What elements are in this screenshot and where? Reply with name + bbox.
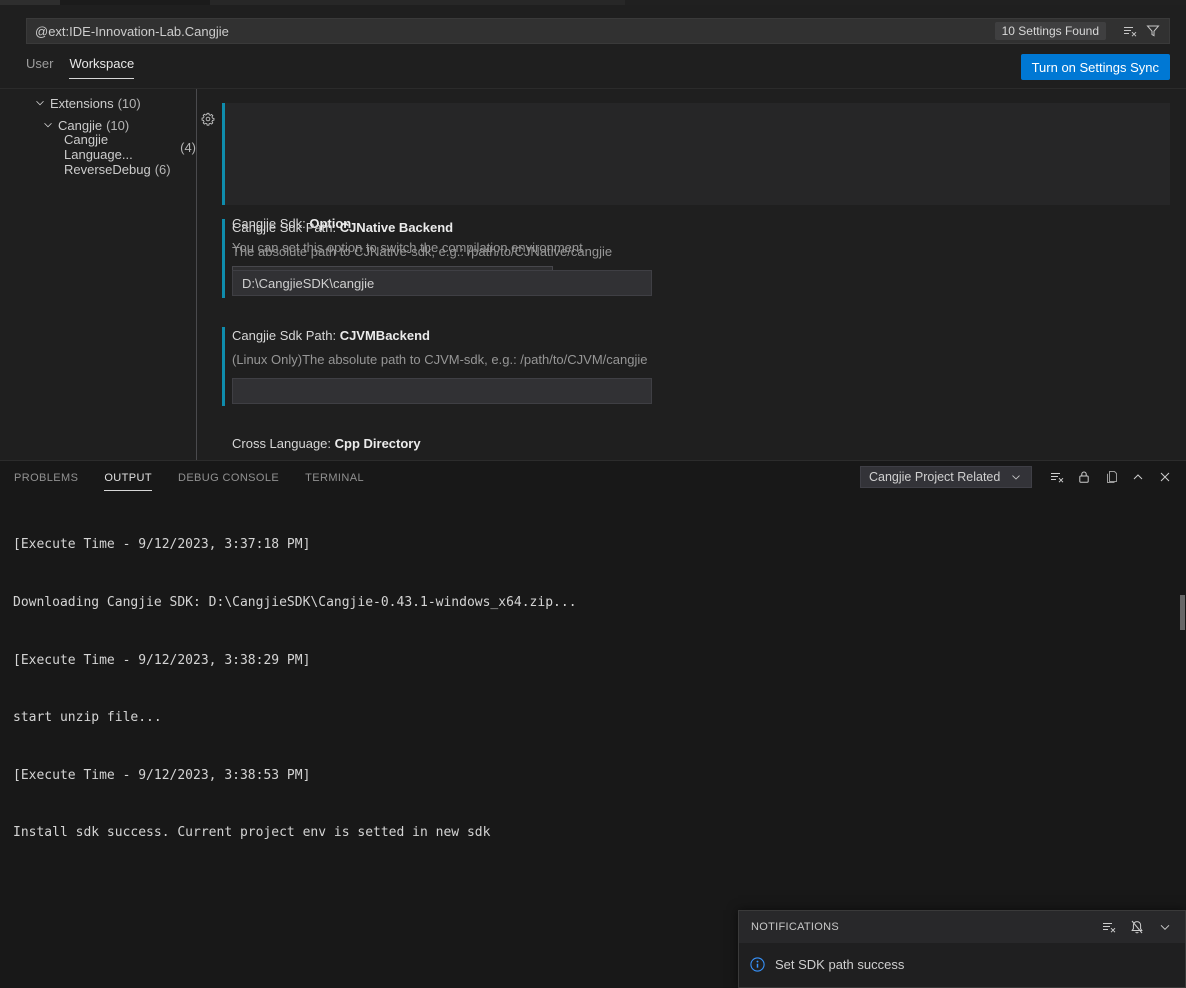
cjnative-sdk-path-input[interactable]	[232, 270, 652, 296]
output-line: [Execute Time - 9/12/2023, 3:37:18 PM]	[13, 535, 577, 554]
setting-title: Cangjie Sdk Path: CJVMBackend	[232, 328, 430, 343]
output-line: [Execute Time - 9/12/2023, 3:38:29 PM]	[13, 651, 577, 670]
filter-icon[interactable]	[1145, 23, 1161, 39]
setting-row-cangjie-sdk-option: Cangjie Sdk: Option You can set this opt…	[222, 103, 1170, 205]
lock-scroll-icon[interactable]	[1076, 469, 1092, 485]
notifications-title: NOTIFICATIONS	[751, 921, 839, 933]
output-log[interactable]: [Execute Time - 9/12/2023, 3:37:18 PM] D…	[13, 497, 577, 881]
panel-header: PROBLEMS OUTPUT DEBUG CONSOLE TERMINAL C…	[0, 461, 1186, 493]
notifications-header: NOTIFICATIONS	[739, 911, 1185, 943]
editor-tabstrip-sliver	[0, 0, 1186, 5]
header-divider	[0, 88, 1186, 89]
setting-title: Cross Language: Cpp Directory	[232, 436, 421, 451]
chevron-down-icon[interactable]	[33, 96, 47, 110]
setting-title-prefix: Cangjie Sdk Path:	[232, 328, 340, 343]
info-icon	[749, 956, 766, 973]
settings-search-box[interactable]: 10 Settings Found	[26, 18, 1170, 44]
setting-row-cross-language-cpp-directory: Cross Language: Cpp Directory	[222, 436, 1170, 460]
modified-indicator	[222, 327, 225, 406]
tabstrip-segment	[0, 0, 60, 5]
do-not-disturb-icon[interactable]	[1129, 919, 1145, 935]
cjvm-sdk-path-input[interactable]	[232, 378, 652, 404]
output-line: Install sdk success. Current project env…	[13, 823, 577, 842]
chevron-down-icon[interactable]	[41, 118, 55, 132]
chevron-down-icon	[1009, 470, 1023, 484]
tab-workspace[interactable]: Workspace	[69, 56, 134, 79]
toc-resize-sash[interactable]	[196, 89, 197, 460]
modified-indicator	[222, 103, 225, 205]
toc-item-label: Cangjie	[58, 118, 102, 133]
bottom-panel: PROBLEMS OUTPUT DEBUG CONSOLE TERMINAL C…	[0, 460, 1186, 988]
panel-actions: Cangjie Project Related	[860, 466, 1173, 488]
output-line: [Execute Time - 9/12/2023, 3:38:53 PM]	[13, 766, 577, 785]
setting-description: (Linux Only)The absolute path to CJVM-sd…	[232, 352, 647, 367]
toc-item-count: (10)	[106, 118, 129, 133]
setting-edit-gear-icon[interactable]	[201, 112, 215, 126]
setting-title-key: CJNative Backend	[340, 220, 453, 235]
settings-scope-tabs: User Workspace	[26, 56, 134, 82]
toc-item-label: ReverseDebug	[64, 162, 151, 177]
setting-title: Cangjie Sdk Path: CJNative Backend	[232, 220, 453, 235]
notification-item[interactable]: Set SDK path success	[739, 943, 1185, 986]
open-output-in-editor-icon[interactable]	[1103, 469, 1119, 485]
panel-scrollbar-thumb[interactable]	[1180, 595, 1185, 630]
toc-item-count: (6)	[155, 162, 171, 177]
setting-title-prefix: Cangjie Sdk Path:	[232, 220, 340, 235]
clear-all-notifications-icon[interactable]	[1101, 919, 1117, 935]
notifications-actions	[1101, 919, 1173, 935]
tabstrip-segment	[210, 0, 625, 5]
clear-filters-icon[interactable]	[1122, 23, 1138, 39]
collapse-notifications-icon[interactable]	[1157, 919, 1173, 935]
turn-on-settings-sync-button[interactable]: Turn on Settings Sync	[1021, 54, 1170, 80]
clear-output-icon[interactable]	[1049, 469, 1065, 485]
toc-item-cangjie-language[interactable]: Cangjie Language... (4)	[0, 136, 196, 158]
toc-item-label: Extensions	[50, 96, 114, 111]
toc-item-extensions[interactable]: Extensions (10)	[0, 92, 196, 114]
select-value: Cangjie Project Related	[869, 470, 1000, 484]
setting-description: The absolute path to CJNative-sdk, e.g.:…	[232, 244, 612, 259]
vscode-settings-window: 10 Settings Found User Workspace Turn on…	[0, 0, 1186, 988]
modified-indicator	[222, 219, 225, 298]
panel-tabs: PROBLEMS OUTPUT DEBUG CONSOLE TERMINAL	[14, 461, 364, 493]
output-channel-select[interactable]: Cangjie Project Related	[860, 466, 1032, 488]
toc-item-reversedebug[interactable]: ReverseDebug (6)	[0, 158, 196, 180]
output-line: start unzip file...	[13, 708, 577, 727]
notifications-center: NOTIFICATIONS Set SDK path success	[738, 910, 1186, 988]
setting-row-cjnative-backend-path: Cangjie Sdk Path: CJNative Backend The a…	[222, 219, 1170, 298]
settings-toc: Extensions (10) Cangjie (10) Cangjie Lan…	[0, 92, 196, 180]
tab-user[interactable]: User	[26, 56, 53, 78]
tab-output[interactable]: OUTPUT	[104, 463, 152, 491]
maximize-panel-icon[interactable]	[1130, 469, 1146, 485]
tab-problems[interactable]: PROBLEMS	[14, 463, 78, 491]
notification-message: Set SDK path success	[775, 957, 904, 972]
tab-debug-console[interactable]: DEBUG CONSOLE	[178, 463, 279, 491]
setting-title-prefix: Cross Language:	[232, 436, 335, 451]
setting-title-key: Cpp Directory	[335, 436, 421, 451]
setting-title-key: CJVMBackend	[340, 328, 430, 343]
output-line: Downloading Cangjie SDK: D:\CangjieSDK\C…	[13, 593, 577, 612]
setting-row-cjvm-backend-path: Cangjie Sdk Path: CJVMBackend (Linux Onl…	[222, 327, 1170, 406]
settings-found-badge: 10 Settings Found	[995, 22, 1106, 40]
tabstrip-segment	[60, 0, 210, 5]
toc-item-count: (4)	[180, 140, 196, 155]
toc-item-count: (10)	[118, 96, 141, 111]
settings-search-input[interactable]	[35, 24, 995, 39]
tab-terminal[interactable]: TERMINAL	[305, 463, 364, 491]
close-panel-icon[interactable]	[1157, 469, 1173, 485]
